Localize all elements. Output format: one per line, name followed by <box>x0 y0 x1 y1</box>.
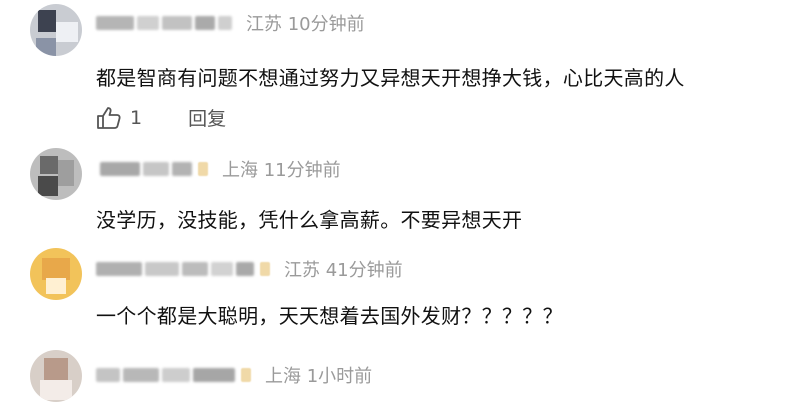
like-count: 1 <box>130 106 143 129</box>
username-blurred[interactable] <box>96 16 232 30</box>
comment-text: 没学历，没技能，凭什么拿高薪。不要异想天开 <box>96 208 523 232</box>
comment-actions: 1 回复 <box>96 104 226 131</box>
comment-meta: 上海 1小时前 <box>96 360 372 390</box>
username-blurred[interactable] <box>96 368 235 382</box>
comment-item: 上海 11分钟前 没学历，没技能，凭什么拿高薪。不要异想天开 <box>0 140 788 240</box>
thumbs-up-icon <box>97 106 121 129</box>
fan-badge-icon <box>241 368 251 382</box>
avatar[interactable] <box>30 148 82 200</box>
comment-meta: 上海 11分钟前 <box>100 154 341 184</box>
comment-item: 江苏 10分钟前 都是智商有问题不想通过努力又异想天开想挣大钱，心比天高的人 1… <box>0 0 788 140</box>
avatar[interactable] <box>30 350 82 402</box>
comment-meta: 江苏 10分钟前 <box>96 8 365 38</box>
fan-badge-icon <box>198 162 208 176</box>
location-time: 江苏 10分钟前 <box>246 14 365 35</box>
username-blurred[interactable] <box>96 262 254 276</box>
location-time: 上海 1小时前 <box>265 366 373 387</box>
avatar[interactable] <box>30 4 82 56</box>
location-time: 上海 11分钟前 <box>222 160 341 181</box>
like-button[interactable]: 1 <box>96 106 142 130</box>
comment-item: 上海 1小时前 <box>0 340 788 408</box>
comment-item: 江苏 41分钟前 一个个都是大聪明，天天想着去国外发财？？？？？ <box>0 240 788 340</box>
location-time: 江苏 41分钟前 <box>284 260 403 281</box>
comment-text: 都是智商有问题不想通过努力又异想天开想挣大钱，心比天高的人 <box>96 66 685 90</box>
fan-badge-icon <box>260 262 270 276</box>
reply-button[interactable]: 回复 <box>188 104 226 131</box>
comment-meta: 江苏 41分钟前 <box>96 254 403 284</box>
comment-text: 一个个都是大聪明，天天想着去国外发财？？？？？ <box>96 304 563 328</box>
avatar[interactable] <box>30 248 82 300</box>
username-blurred[interactable] <box>100 162 192 176</box>
